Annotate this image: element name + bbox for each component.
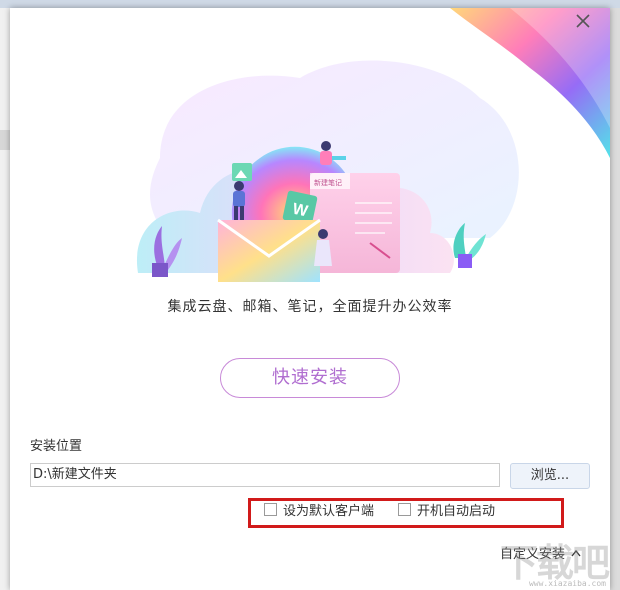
- checkbox-icon: [264, 502, 277, 516]
- default-client-label: 设为默认客户端: [283, 503, 375, 519]
- autostart-checkbox[interactable]: 开机自动启动: [398, 500, 496, 519]
- quick-install-button[interactable]: 快速安装: [220, 358, 400, 398]
- close-icon: [576, 14, 590, 28]
- close-button[interactable]: [576, 14, 600, 38]
- background-band: [0, 130, 10, 150]
- install-path-label: 安装位置: [30, 439, 83, 454]
- autostart-label: 开机自动启动: [417, 503, 496, 519]
- watermark: 下载吧 www.xiazaiba.com: [480, 530, 610, 590]
- default-client-checkbox[interactable]: 设为默认客户端: [264, 500, 375, 519]
- office-suite-illustration: 新建笔记 W: [136, 8, 610, 282]
- browse-button[interactable]: 浏览...: [510, 463, 590, 489]
- watermark-url: www.xiazaiba.com: [528, 579, 606, 588]
- tagline: 集成云盘、邮箱、笔记，全面提升办公效率: [167, 299, 453, 315]
- checkbox-icon: [398, 502, 411, 516]
- install-path-field[interactable]: D:\新建文件夹: [30, 463, 500, 487]
- installer-window: 新建笔记 W 集成云盘、邮箱、笔记，全面提升办公效率 快速安装 安装位置 D:\…: [10, 8, 610, 590]
- background-window-strip: [0, 0, 620, 8]
- svg-text:新建笔记: 新建笔记: [314, 178, 342, 187]
- hero-banner: 新建笔记 W 集成云盘、邮箱、笔记，全面提升办公效率: [10, 8, 610, 338]
- background-window-edge: [0, 8, 10, 590]
